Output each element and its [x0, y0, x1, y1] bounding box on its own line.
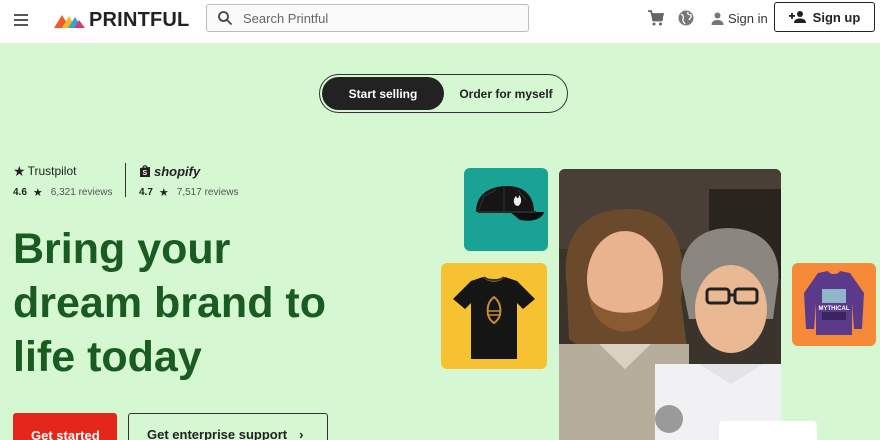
globe-icon[interactable]	[677, 9, 695, 27]
headline-line-3: life today	[13, 333, 202, 381]
hosts-photo	[559, 169, 781, 440]
sign-in-label: Sign in	[728, 10, 768, 26]
sign-in-link[interactable]: Sign in	[710, 9, 768, 27]
audience-toggle: Start selling Order for myself	[319, 74, 568, 113]
shopify-brand: S shopify	[139, 163, 238, 179]
star-icon: ★	[158, 187, 169, 199]
menu-icon[interactable]	[13, 11, 31, 29]
search-input[interactable]	[243, 10, 503, 26]
sweatshirt-print-text: MYTHICAL	[819, 306, 850, 312]
shopify-reviews: 7,517 reviews	[176, 187, 239, 198]
trustpilot-score: 4.6	[13, 187, 27, 198]
shopify-label: shopify	[154, 163, 201, 179]
headline-line-1: Bring your	[13, 225, 231, 273]
enterprise-support-label: Get enterprise support	[147, 427, 288, 440]
hosts-image	[559, 169, 781, 440]
headline-line-2: dream brand to	[13, 279, 326, 327]
search-icon	[218, 11, 233, 26]
shopify-rating: S shopify 4.7 ★ 7,517 reviews	[139, 163, 238, 200]
start-selling-tab[interactable]: Start selling	[322, 77, 444, 110]
user-icon	[711, 12, 724, 25]
trustpilot-score-line: 4.6 ★ 6,321 reviews	[13, 186, 112, 199]
star-icon: ★	[32, 187, 43, 199]
cap-product-tile	[464, 168, 548, 251]
rating-divider	[125, 163, 126, 197]
hero-headline: Bring your dream brand to life today	[13, 222, 433, 384]
star-icon: ★	[13, 162, 26, 179]
add-user-icon	[788, 11, 806, 23]
shopify-score: 4.7	[139, 187, 153, 198]
printful-logo-icon	[54, 15, 85, 28]
tshirt-product-tile	[441, 263, 547, 369]
shopify-score-line: 4.7 ★ 7,517 reviews	[139, 186, 238, 199]
shopify-bag-icon: S	[140, 165, 150, 177]
sign-up-button[interactable]: Sign up	[774, 2, 875, 32]
cap-image	[476, 186, 544, 221]
floating-info-card	[719, 421, 817, 440]
sweatshirt-product-tile: MYTHICAL	[792, 263, 876, 346]
trustpilot-reviews: 6,321 reviews	[50, 187, 113, 198]
chevron-right-icon: ›	[299, 427, 304, 440]
top-navigation-bar: PRINTFUL Sign in Sign up	[0, 0, 880, 44]
sweatshirt-image: MYTHICAL	[804, 271, 864, 335]
order-for-myself-tab[interactable]: Order for myself	[448, 77, 564, 110]
trustpilot-rating: ★ Trustpilot 4.6 ★ 6,321 reviews	[13, 163, 112, 200]
logo-text: PRINTFUL	[89, 8, 190, 31]
tshirt-image	[453, 276, 535, 359]
printful-logo[interactable]: PRINTFUL	[54, 8, 189, 32]
sign-up-label: Sign up	[812, 9, 861, 25]
enterprise-support-button[interactable]: Get enterprise support ›	[128, 413, 328, 440]
get-started-button[interactable]: Get started	[13, 413, 117, 440]
search-bar[interactable]	[206, 4, 529, 32]
cart-icon[interactable]	[647, 9, 665, 27]
trustpilot-label: Trustpilot	[27, 164, 77, 178]
svg-text:S: S	[143, 170, 148, 177]
trustpilot-brand: ★ Trustpilot	[13, 163, 112, 179]
